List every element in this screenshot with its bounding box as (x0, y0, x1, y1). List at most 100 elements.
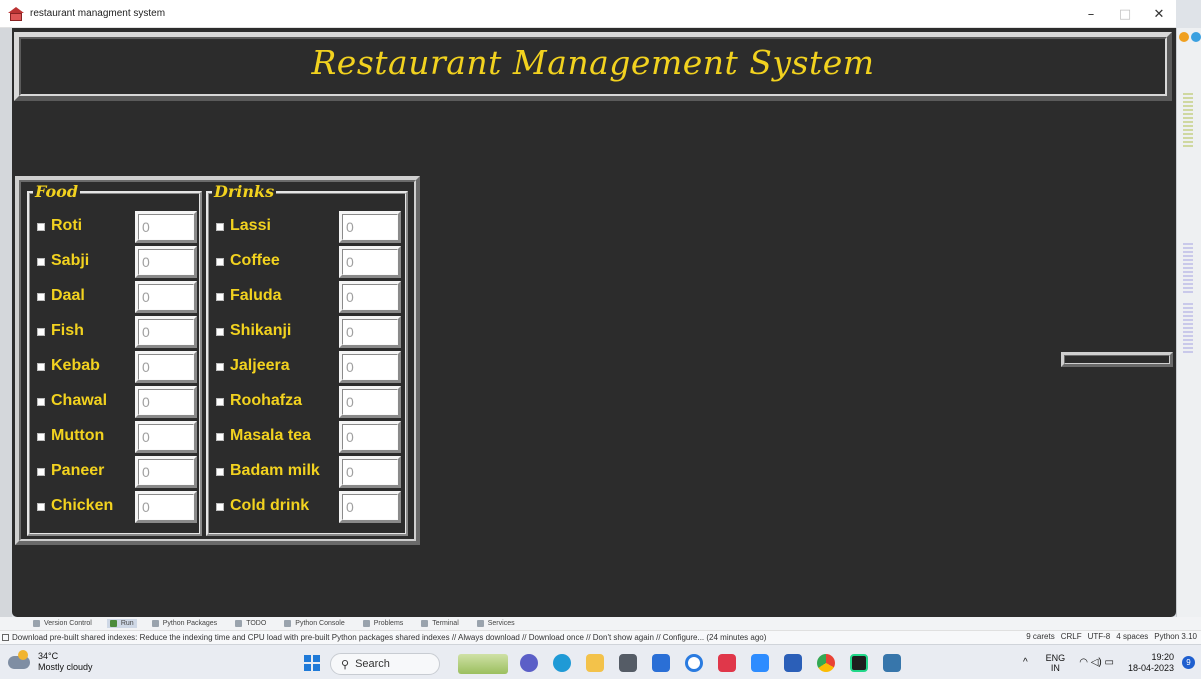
drink-item-checkbox[interactable] (216, 503, 224, 511)
drinks-legend: Drinks (212, 182, 277, 202)
drink-item-quantity-field[interactable]: 0 (339, 421, 401, 453)
drink-item-label: Coffee (230, 252, 280, 269)
word-icon[interactable] (784, 654, 802, 672)
tool-window-todo[interactable]: TODO (232, 619, 269, 628)
drink-item-checkbox[interactable] (216, 293, 224, 301)
food-item-quantity-field[interactable]: 0 (135, 456, 197, 488)
tool-icon (476, 620, 484, 627)
drink-item-checkbox[interactable] (216, 433, 224, 441)
mcafee-icon[interactable] (718, 654, 736, 672)
zoom-icon[interactable] (751, 654, 769, 672)
food-item-checkbox[interactable] (37, 258, 45, 266)
language-indicator[interactable]: ENG IN (1046, 653, 1066, 673)
tool-window-services[interactable]: Services (474, 619, 518, 628)
drink-item-label: Faluda (230, 287, 282, 304)
drink-item-quantity-field[interactable]: 0 (339, 246, 401, 278)
drink-item-label: Roohafza (230, 392, 302, 409)
app-l-icon[interactable] (652, 654, 670, 672)
maximize-button[interactable]: □ (1108, 0, 1142, 28)
chat-icon[interactable] (520, 654, 538, 672)
tool-window-terminal[interactable]: Terminal (418, 619, 461, 628)
tool-window-run[interactable]: Run (106, 619, 137, 628)
food-item-checkbox[interactable] (37, 398, 45, 406)
drink-item-quantity-field[interactable]: 0 (339, 351, 401, 383)
tool-label: Run (120, 620, 134, 627)
restaurant-icon (8, 6, 24, 21)
drink-item-checkbox[interactable] (216, 468, 224, 476)
order-frame: Food Roti 0 Sabji 0 Daal 0 Fish 0 Kebab 0 Chawal 0 M… (15, 176, 420, 545)
food-item-checkbox[interactable] (37, 363, 45, 371)
drink-item-quantity-field[interactable]: 0 (339, 281, 401, 313)
status-message[interactable]: Download pre-built shared indexes: Reduc… (12, 633, 972, 642)
food-item-checkbox[interactable] (37, 503, 45, 511)
food-item-quantity-field[interactable]: 0 (135, 386, 197, 418)
food-item-quantity-value: 0 (142, 219, 150, 235)
cortana-icon[interactable] (685, 654, 703, 672)
status-indicator[interactable]: Python 3.10 (1154, 632, 1197, 641)
drink-item-checkbox[interactable] (216, 363, 224, 371)
food-item-quantity-field[interactable]: 0 (135, 316, 197, 348)
app-window: Restaurant Management System Food Roti 0 S… (12, 28, 1176, 617)
food-item-row: Fish 0 (29, 316, 200, 348)
food-item-label: Paneer (51, 462, 105, 479)
drink-item-quantity-field[interactable]: 0 (339, 386, 401, 418)
food-item-checkbox[interactable] (37, 468, 45, 476)
search-highlight-icon[interactable] (458, 654, 508, 674)
windows-start-icon[interactable] (304, 655, 320, 671)
drink-item-quantity-field[interactable]: 0 (339, 491, 401, 523)
clock[interactable]: 19:20 18-04-2023 (1128, 652, 1174, 674)
tool-window-version-control[interactable]: Version Control (30, 619, 95, 628)
food-item-quantity-field[interactable]: 0 (135, 246, 197, 278)
drink-item-quantity-field[interactable]: 0 (339, 316, 401, 348)
tool-icon (109, 620, 117, 627)
status-indicator[interactable]: 4 spaces (1116, 632, 1148, 641)
ide-notification-icon[interactable] (1179, 32, 1189, 42)
store-icon[interactable] (619, 654, 637, 672)
food-item-row: Paneer 0 (29, 456, 200, 488)
food-item-label: Daal (51, 287, 85, 304)
ide-plugin-icon[interactable] (1191, 32, 1201, 42)
food-item-quantity-value: 0 (142, 289, 150, 305)
python-icon[interactable] (883, 654, 901, 672)
edge-browser-icon[interactable] (553, 654, 571, 672)
tool-window-python-packages[interactable]: Python Packages (149, 619, 220, 628)
food-item-checkbox[interactable] (37, 328, 45, 336)
drink-item-quantity-value: 0 (346, 359, 354, 375)
chrome-icon[interactable] (817, 654, 835, 672)
food-item-label: Kebab (51, 357, 100, 374)
drink-item-quantity-value: 0 (346, 464, 354, 480)
minimize-button[interactable]: – (1074, 0, 1108, 28)
drink-item-checkbox[interactable] (216, 223, 224, 231)
food-item-checkbox[interactable] (37, 293, 45, 301)
drink-item-checkbox[interactable] (216, 398, 224, 406)
food-item-quantity-field[interactable]: 0 (135, 351, 197, 383)
tool-window-problems[interactable]: Problems (360, 619, 407, 628)
status-indicator[interactable]: CRLF (1061, 632, 1082, 641)
tool-window-python-console[interactable]: Python Console (281, 619, 347, 628)
pycharm-icon[interactable] (850, 654, 868, 672)
food-item-quantity-field[interactable]: 0 (135, 421, 197, 453)
food-item-checkbox[interactable] (37, 223, 45, 231)
wifi-volume-battery-icons[interactable]: ◠ ◁) ▭ (1079, 657, 1114, 668)
food-item-quantity-field[interactable]: 0 (135, 211, 197, 243)
file-explorer-icon[interactable] (586, 654, 604, 672)
taskbar-search[interactable]: ⚲ Search (330, 653, 440, 675)
drink-item-checkbox[interactable] (216, 328, 224, 336)
notification-badge[interactable]: 9 (1182, 656, 1195, 669)
food-item-checkbox[interactable] (37, 433, 45, 441)
side-entry-widget[interactable] (1061, 352, 1173, 367)
status-indicator[interactable]: 9 carets (1026, 632, 1054, 641)
food-item-quantity-value: 0 (142, 429, 150, 445)
weather-widget[interactable]: 34°C Mostly cloudy (8, 649, 93, 673)
status-indicator[interactable]: UTF-8 (1088, 632, 1111, 641)
food-item-quantity-field[interactable]: 0 (135, 491, 197, 523)
tool-icon (284, 620, 292, 627)
close-button[interactable]: ✕ (1142, 0, 1176, 28)
drink-item-quantity-field[interactable]: 0 (339, 211, 401, 243)
drink-item-quantity-field[interactable]: 0 (339, 456, 401, 488)
drink-item-checkbox[interactable] (216, 258, 224, 266)
notification-icon[interactable] (2, 634, 9, 641)
chevron-up-icon[interactable]: ^ (1023, 657, 1028, 668)
taskbar: 34°C Mostly cloudy ⚲ Search ^ ENG IN ◠ ◁ (0, 644, 1201, 679)
food-item-quantity-field[interactable]: 0 (135, 281, 197, 313)
